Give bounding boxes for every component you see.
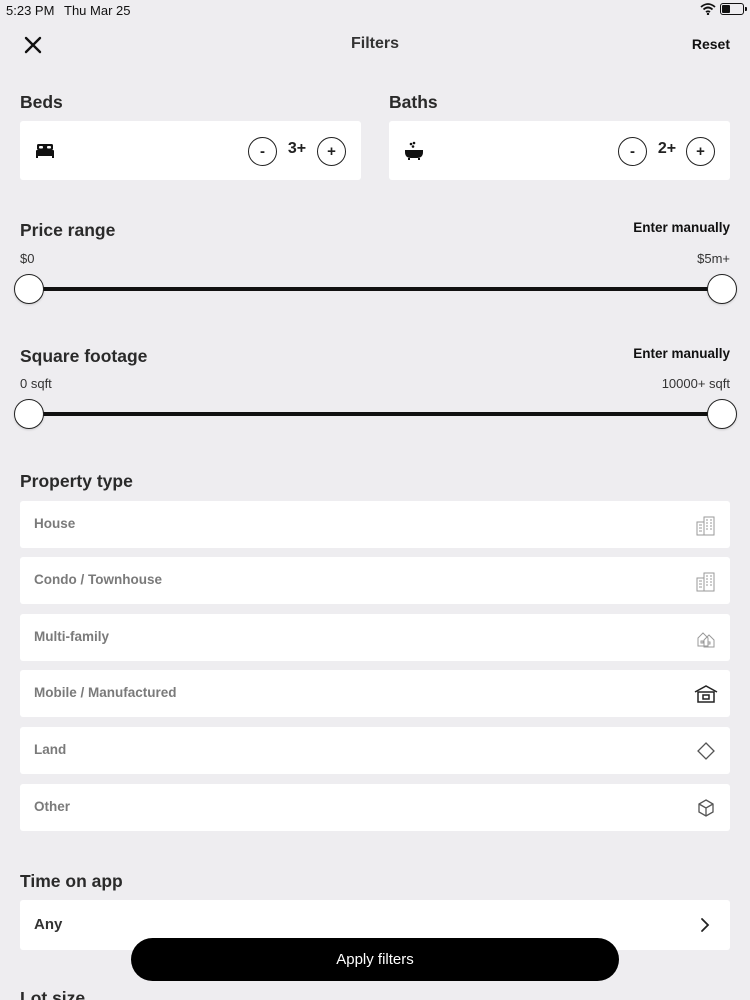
price-range-title: Price range (20, 220, 116, 240)
property-type-label: Mobile / Manufactured (34, 685, 177, 700)
property-type-other[interactable]: Other (20, 784, 730, 831)
chevron-right-icon (701, 918, 710, 932)
status-time: 5:23 PM (6, 3, 55, 18)
baths-increase-button[interactable]: + (686, 137, 715, 166)
close-icon (24, 36, 42, 54)
baths-value: 2+ (657, 140, 677, 157)
square-footage-title: Square footage (20, 346, 148, 366)
price-max-handle[interactable] (707, 274, 737, 304)
price-min-handle[interactable] (14, 274, 44, 304)
sqft-max-label: 10000+ sqft (661, 376, 730, 391)
reset-button[interactable]: Reset (692, 36, 730, 52)
building-icon (696, 572, 715, 592)
status-date: Thu Mar 25 (64, 3, 131, 18)
sqft-min-label: 0 sqft (20, 376, 52, 391)
beds-title: Beds (20, 92, 63, 112)
system-icons (700, 3, 747, 15)
beds-decrease-button[interactable]: - (248, 137, 277, 166)
cube-icon (698, 799, 714, 817)
beds-increase-button[interactable]: + (317, 137, 346, 166)
property-type-land[interactable]: Land (20, 727, 730, 774)
sqft-min-handle[interactable] (14, 399, 44, 429)
price-enter-manually-link[interactable]: Enter manually (633, 220, 730, 235)
bed-icon (36, 144, 54, 158)
property-type-house[interactable]: House (20, 501, 730, 548)
sqft-enter-manually-link[interactable]: Enter manually (633, 346, 730, 361)
price-min-label: $0 (20, 251, 35, 266)
property-type-mobile[interactable]: Mobile / Manufactured (20, 670, 730, 717)
baths-title: Baths (389, 92, 438, 112)
property-type-multi-family[interactable]: Multi-family (20, 614, 730, 661)
time-on-app-title: Time on app (20, 871, 123, 891)
page-title: Filters (350, 35, 399, 52)
building-icon (696, 516, 715, 536)
property-type-title: Property type (20, 471, 133, 491)
baths-counter: - 2+ + (389, 121, 730, 180)
apply-filters-button[interactable]: Apply filters (131, 938, 619, 981)
property-type-label: Multi-family (34, 629, 110, 644)
price-slider-track[interactable] (29, 287, 722, 291)
status-bar: 5:23 PM Thu Mar 25 (0, 0, 750, 22)
beds-counter: - 3+ + (20, 121, 361, 180)
price-max-label: $5m+ (697, 251, 730, 266)
beds-value: 3+ (287, 140, 307, 157)
property-type-label: Other (34, 799, 71, 814)
wifi-icon (700, 3, 716, 15)
mobile-home-icon (694, 685, 718, 703)
close-button[interactable] (20, 32, 46, 58)
property-type-label: Land (34, 742, 67, 757)
time-on-app-value: Any (34, 916, 63, 933)
sqft-max-handle[interactable] (707, 399, 737, 429)
property-type-condo[interactable]: Condo / Townhouse (20, 557, 730, 604)
baths-decrease-button[interactable]: - (618, 137, 647, 166)
filters-screen: 5:23 PM Thu Mar 25 Filters Reset Beds - … (0, 0, 750, 1000)
bathtub-icon (405, 141, 423, 160)
multi-family-icon (697, 632, 715, 648)
lot-size-title: Lot size (20, 988, 86, 1000)
property-type-label: Condo / Townhouse (34, 572, 162, 587)
battery-icon (720, 3, 747, 15)
property-type-label: House (34, 516, 76, 531)
sqft-slider-track[interactable] (29, 412, 722, 416)
land-diamond-icon (697, 742, 715, 760)
header: Filters Reset (0, 22, 750, 68)
